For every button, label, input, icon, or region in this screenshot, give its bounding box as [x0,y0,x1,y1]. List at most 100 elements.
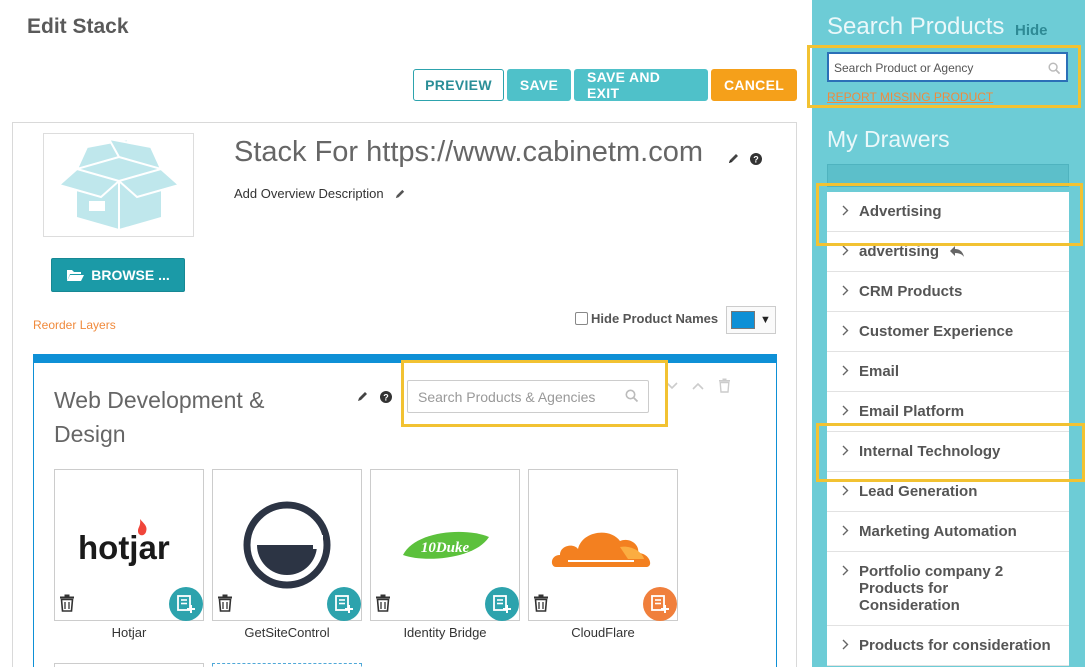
stack-title-tools: ? [727,152,762,165]
preview-button[interactable]: PREVIEW [413,69,504,101]
drawer-item[interactable]: Email [827,352,1069,392]
chevron-right-icon [842,405,849,416]
chevron-right-icon [842,365,849,376]
drawer-item[interactable]: Products for consideration [827,626,1069,666]
cancel-button[interactable]: CANCEL [711,69,797,101]
add-note-icon[interactable] [485,587,519,621]
search-icon [625,389,639,403]
pencil-icon[interactable] [394,188,406,200]
chevron-right-icon [842,525,849,536]
help-icon[interactable]: ? [380,390,392,403]
drawer-label: Advertising [859,203,942,220]
my-drawers-heading: My Drawers [827,126,950,152]
pencil-icon[interactable] [727,152,740,165]
layer-search-placeholder: Search Products & Agencies [418,389,596,405]
product-search-placeholder: Search Product or Agency [834,61,974,75]
chevron-right-icon [842,285,849,296]
drawer-label: Lead Generation [859,483,978,500]
product-card-cloudflare[interactable] [528,469,678,621]
product-card-getsitecontrol[interactable] [212,469,362,621]
chevron-up-icon[interactable] [692,382,704,390]
drawer-list: Advertising advertising CRM Products Cus… [827,192,1069,666]
drawers-header-band [827,164,1069,187]
chevron-down-icon[interactable] [666,381,678,390]
drawer-item[interactable]: Portfolio company 2 Products for Conside… [827,552,1069,626]
chevron-right-icon [842,245,849,256]
product-card-partial[interactable] [54,663,204,667]
product-name: Identity Bridge [403,625,487,640]
save-and-exit-button[interactable]: SAVE AND EXIT [574,69,708,101]
page-title: Edit Stack [27,15,129,38]
trash-icon[interactable] [533,594,549,612]
drawer-item[interactable]: Lead Generation [827,472,1069,512]
edit-stack-page: Edit Stack PREVIEW SAVE SAVE AND EXIT CA… [0,0,1085,667]
report-missing-product-link[interactable]: REPORT MISSING PRODUCT [827,90,993,104]
svg-text:?: ? [753,154,759,164]
save-button[interactable]: SAVE [507,69,571,101]
add-note-icon[interactable] [169,587,203,621]
product-name: GetSiteControl [244,625,330,640]
drawer-item[interactable]: CRM Products [827,272,1069,312]
chevron-right-icon [842,639,849,650]
add-note-icon[interactable] [643,587,677,621]
product-search-input[interactable]: Search Product or Agency [827,52,1068,82]
hide-sidebar-link[interactable]: Hide [1015,22,1048,39]
hide-names-checkbox[interactable] [575,312,588,325]
product-card-hotjar[interactable]: hotjar [54,469,204,621]
hide-names-label: Hide Product Names [591,311,719,326]
drawer-label: Email [859,363,900,380]
browse-label: BROWSE ... [91,267,170,283]
search-icon [1048,62,1061,75]
color-swatch [731,311,755,329]
add-note-icon[interactable] [327,587,361,621]
drawer-label: Internal Technology [859,443,1001,460]
sidebar-heading: Search Products [827,13,1005,40]
trash-icon[interactable] [718,378,731,393]
drawer-label: Email Platform [859,403,965,420]
box-icon [56,139,181,229]
drawer-label: advertising [859,243,940,260]
drawer-item[interactable]: advertising [827,232,1069,272]
svg-text:hotjar: hotjar [78,529,170,566]
add-description-label: Add Overview Description [234,186,384,201]
layer-title-tools: ? [356,390,392,403]
trash-icon[interactable] [217,594,233,612]
layer-search-input[interactable]: Search Products & Agencies [407,380,649,413]
toolbar: PREVIEW SAVE SAVE AND EXIT CANCEL [413,69,797,101]
stack-editor: Stack For https://www.cabinetm.com ? Add… [12,122,797,667]
add-product-slot[interactable] [212,663,362,667]
product-name: Hotjar [111,625,147,640]
product-name: CloudFlare [571,625,635,640]
drawer-item[interactable]: Customer Experience [827,312,1069,352]
help-icon[interactable]: ? [750,152,762,165]
hide-product-names[interactable]: Hide Product Names [575,311,718,326]
search-products-sidebar: Search Products Hide Search Product or A… [812,0,1085,667]
drawer-item[interactable]: Marketing Automation [827,512,1069,552]
layer-title: Web Development & Design [54,387,265,447]
reorder-layers-link[interactable]: Reorder Layers [33,318,116,332]
layer-controls [666,378,731,393]
trash-icon[interactable] [59,594,75,612]
drawer-item[interactable]: Internal Technology [827,432,1069,472]
drawer-label: Marketing Automation [859,523,1017,540]
browse-button[interactable]: BROWSE ... [51,258,185,292]
chevron-right-icon [842,485,849,496]
caret-down-icon: ▼ [760,314,771,326]
chevron-right-icon [842,445,849,456]
stack-logo[interactable] [43,133,194,237]
reply-arrow-icon[interactable] [949,245,965,258]
trash-icon[interactable] [375,594,391,612]
product-card-identity-bridge[interactable]: 10Duke [370,469,520,621]
add-description[interactable]: Add Overview Description [234,186,406,201]
drawer-item[interactable]: Email Platform [827,392,1069,432]
svg-text:10Duke: 10Duke [421,540,470,556]
drawer-label: CRM Products [859,283,963,300]
layer-color-picker[interactable]: ▼ [726,306,776,334]
pencil-icon[interactable] [356,390,369,403]
chevron-right-icon [842,565,849,576]
chevron-right-icon [842,325,849,336]
drawer-label: Customer Experience [859,323,1014,340]
drawer-item[interactable]: Advertising [827,192,1069,232]
stack-title: Stack For https://www.cabinetm.com [234,136,703,168]
folder-open-icon [67,270,85,281]
